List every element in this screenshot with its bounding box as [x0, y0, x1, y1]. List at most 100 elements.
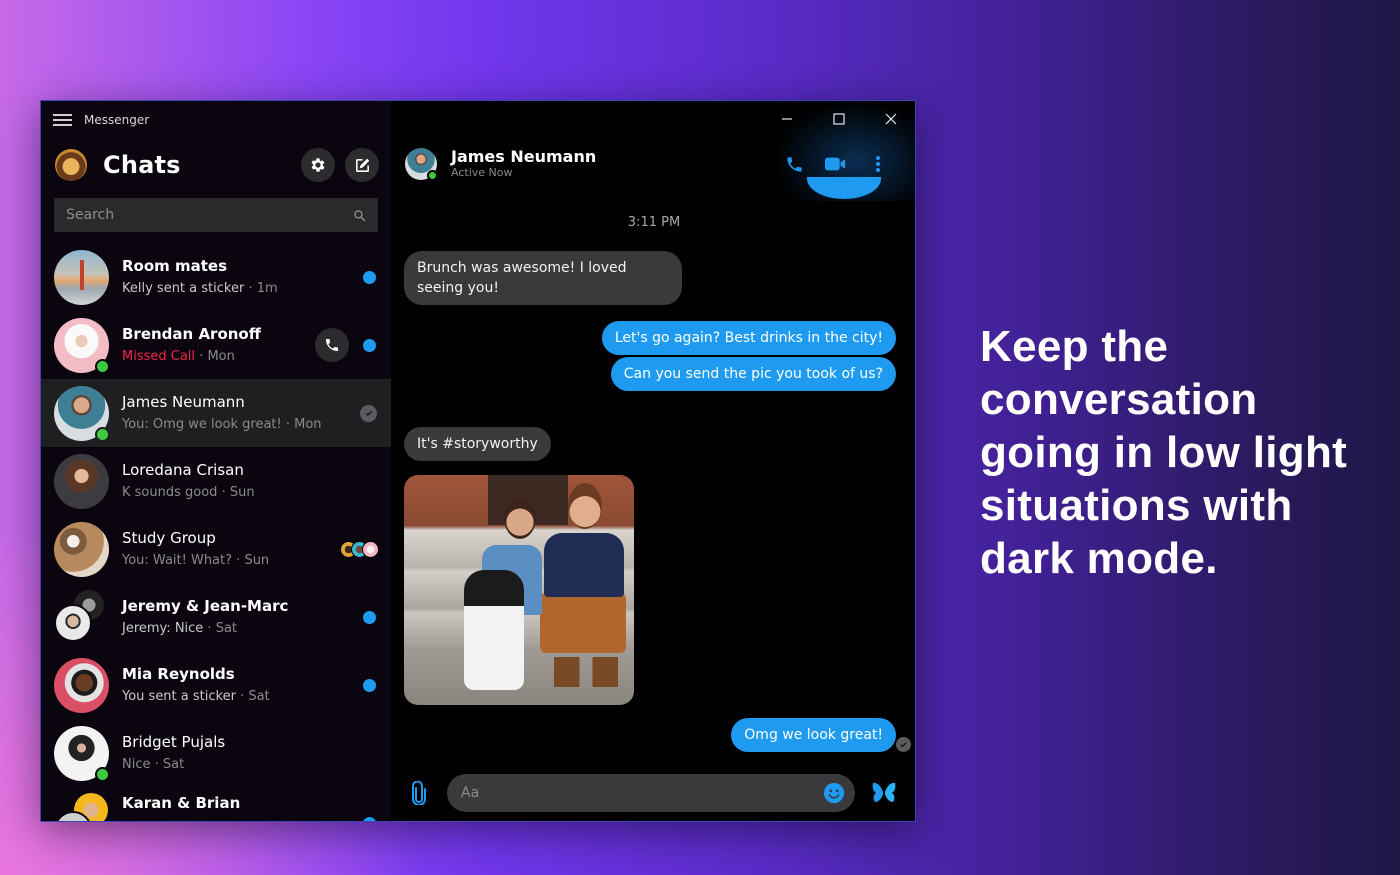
maximize-button[interactable]	[813, 101, 865, 137]
message-timestamp: 3:11 PM	[627, 215, 681, 230]
unread-indicator	[363, 817, 376, 821]
chat-item-study-group[interactable]: Study Group You: Wait! What? · Sun	[41, 515, 391, 583]
chat-item-loredana-crisan[interactable]: Loredana Crisan K sounds good · Sun	[41, 447, 391, 515]
sidebar: Messenger Chats Room mates Kelly sent a …	[41, 101, 391, 821]
video-camera-icon	[825, 157, 846, 171]
chat-name: Brendan Aronoff	[122, 324, 261, 343]
message-input-wrap	[447, 774, 855, 812]
unread-indicator	[363, 610, 376, 624]
chat-time: Sun	[229, 484, 255, 500]
more-options-button[interactable]	[857, 151, 899, 177]
page-title: Chats	[103, 151, 181, 179]
chat-preview: You: Omg we look great!	[122, 416, 282, 432]
titlebar: Messenger	[53, 111, 149, 129]
close-icon	[885, 113, 897, 125]
message-input[interactable]	[461, 785, 823, 801]
chat-name: Mia Reynolds	[122, 664, 235, 683]
call-back-button[interactable]	[315, 328, 349, 362]
maximize-icon	[833, 113, 845, 125]
avatar	[54, 385, 110, 442]
gear-icon	[311, 158, 325, 172]
avatar	[54, 521, 109, 577]
video-call-button[interactable]	[815, 151, 857, 177]
unread-indicator	[363, 678, 376, 692]
seen-check-icon	[896, 737, 911, 752]
contact-name: James Neumann	[451, 147, 597, 166]
paperclip-icon	[412, 781, 426, 805]
minimize-button[interactable]	[761, 101, 813, 137]
shared-photo[interactable]	[404, 475, 634, 705]
group-avatar	[54, 589, 109, 645]
online-indicator	[95, 426, 110, 442]
avatar	[54, 317, 110, 374]
message-bubble-outgoing[interactable]: Omg we look great!	[731, 718, 896, 752]
search-bar	[54, 198, 378, 232]
avatar	[54, 657, 109, 713]
chat-item-room-mates[interactable]: Room mates Kelly sent a sticker · 1m	[41, 243, 391, 311]
online-indicator	[95, 766, 110, 782]
online-indicator	[427, 170, 438, 181]
chat-time: Sun	[244, 552, 270, 568]
profile-avatar[interactable]	[55, 149, 87, 181]
chat-preview: Nice	[122, 756, 151, 772]
conversation-actions	[773, 151, 899, 177]
chat-time: Sat	[248, 688, 270, 704]
message-bubble-outgoing[interactable]: Can you send the pic you took of us?	[610, 357, 896, 391]
window-controls	[761, 101, 915, 137]
chat-name: Jeremy & Jean-Marc	[122, 596, 289, 615]
marketing-tagline: Keep the conversation going in low light…	[980, 322, 1348, 583]
message-bubble-outgoing[interactable]: Let's go again? Best drinks in the city!	[601, 321, 896, 355]
chat-item-bridget-pujals[interactable]: Bridget Pujals Nice · Sat	[41, 719, 391, 787]
chat-item-jeremy-jean-marc[interactable]: Jeremy & Jean-Marc Jeremy: Nice · Sat	[41, 583, 391, 651]
search-input[interactable]	[66, 207, 353, 223]
chat-time: Sat	[162, 756, 185, 772]
app-name: Messenger	[84, 113, 150, 127]
compose-icon	[355, 158, 369, 172]
chat-name: James Neumann	[122, 392, 245, 411]
phone-icon	[786, 156, 802, 172]
chat-name: Room mates	[122, 256, 228, 275]
contact-avatar[interactable]	[405, 148, 438, 181]
chat-time: Mon	[294, 416, 322, 432]
online-indicator	[95, 358, 110, 374]
chat-time: 1m	[256, 280, 278, 296]
chat-name: Bridget Pujals	[122, 732, 226, 751]
close-button[interactable]	[865, 101, 915, 137]
butterfly-icon	[872, 782, 896, 802]
search-icon[interactable]	[353, 209, 366, 222]
quick-reaction-button[interactable]	[855, 782, 913, 804]
seen-avatar	[362, 540, 379, 558]
avatar	[54, 725, 110, 782]
voice-call-button[interactable]	[773, 151, 815, 177]
contact-status: Active Now	[451, 166, 513, 179]
message-bubble-incoming[interactable]: It's #storyworthy	[404, 427, 551, 461]
phone-icon	[326, 339, 338, 351]
chat-item-james-neumann[interactable]: James Neumann You: Omg we look great! · …	[41, 379, 391, 447]
attach-button[interactable]	[391, 781, 447, 805]
chat-preview: You sent a sticker	[122, 688, 236, 704]
minimize-icon	[782, 118, 792, 120]
chat-preview: You: Wait! What?	[122, 552, 233, 568]
settings-button[interactable]	[301, 148, 335, 182]
messenger-window: Messenger Chats Room mates Kelly sent a …	[40, 100, 916, 822]
chat-item-mia-reynolds[interactable]: Mia Reynolds You sent a sticker · Sat	[41, 651, 391, 719]
message-bubble-incoming[interactable]: Brunch was awesome! I loved seeing you!	[404, 251, 682, 305]
chat-preview: Jeremy: Nice	[122, 620, 204, 636]
group-avatar	[54, 793, 109, 821]
chat-item-karan-brian[interactable]: Karan & Brian	[41, 787, 391, 821]
chat-item-brendan-aronoff[interactable]: Brendan Aronoff Missed Call · Mon	[41, 311, 391, 379]
emoji-icon[interactable]	[823, 782, 845, 804]
message-composer	[391, 773, 915, 813]
seen-check-icon	[360, 404, 377, 422]
unread-indicator	[363, 270, 376, 284]
unread-indicator	[363, 338, 376, 352]
avatar	[54, 249, 109, 305]
new-message-button[interactable]	[345, 148, 379, 182]
chat-preview: Missed Call	[122, 348, 196, 364]
chat-preview: K sounds good	[122, 484, 218, 500]
hamburger-menu-icon[interactable]	[53, 114, 72, 126]
seen-by-avatars	[340, 540, 379, 558]
chat-name: Karan & Brian	[122, 794, 241, 812]
more-vertical-icon	[876, 156, 880, 172]
chat-name: Loredana Crisan	[122, 460, 244, 479]
